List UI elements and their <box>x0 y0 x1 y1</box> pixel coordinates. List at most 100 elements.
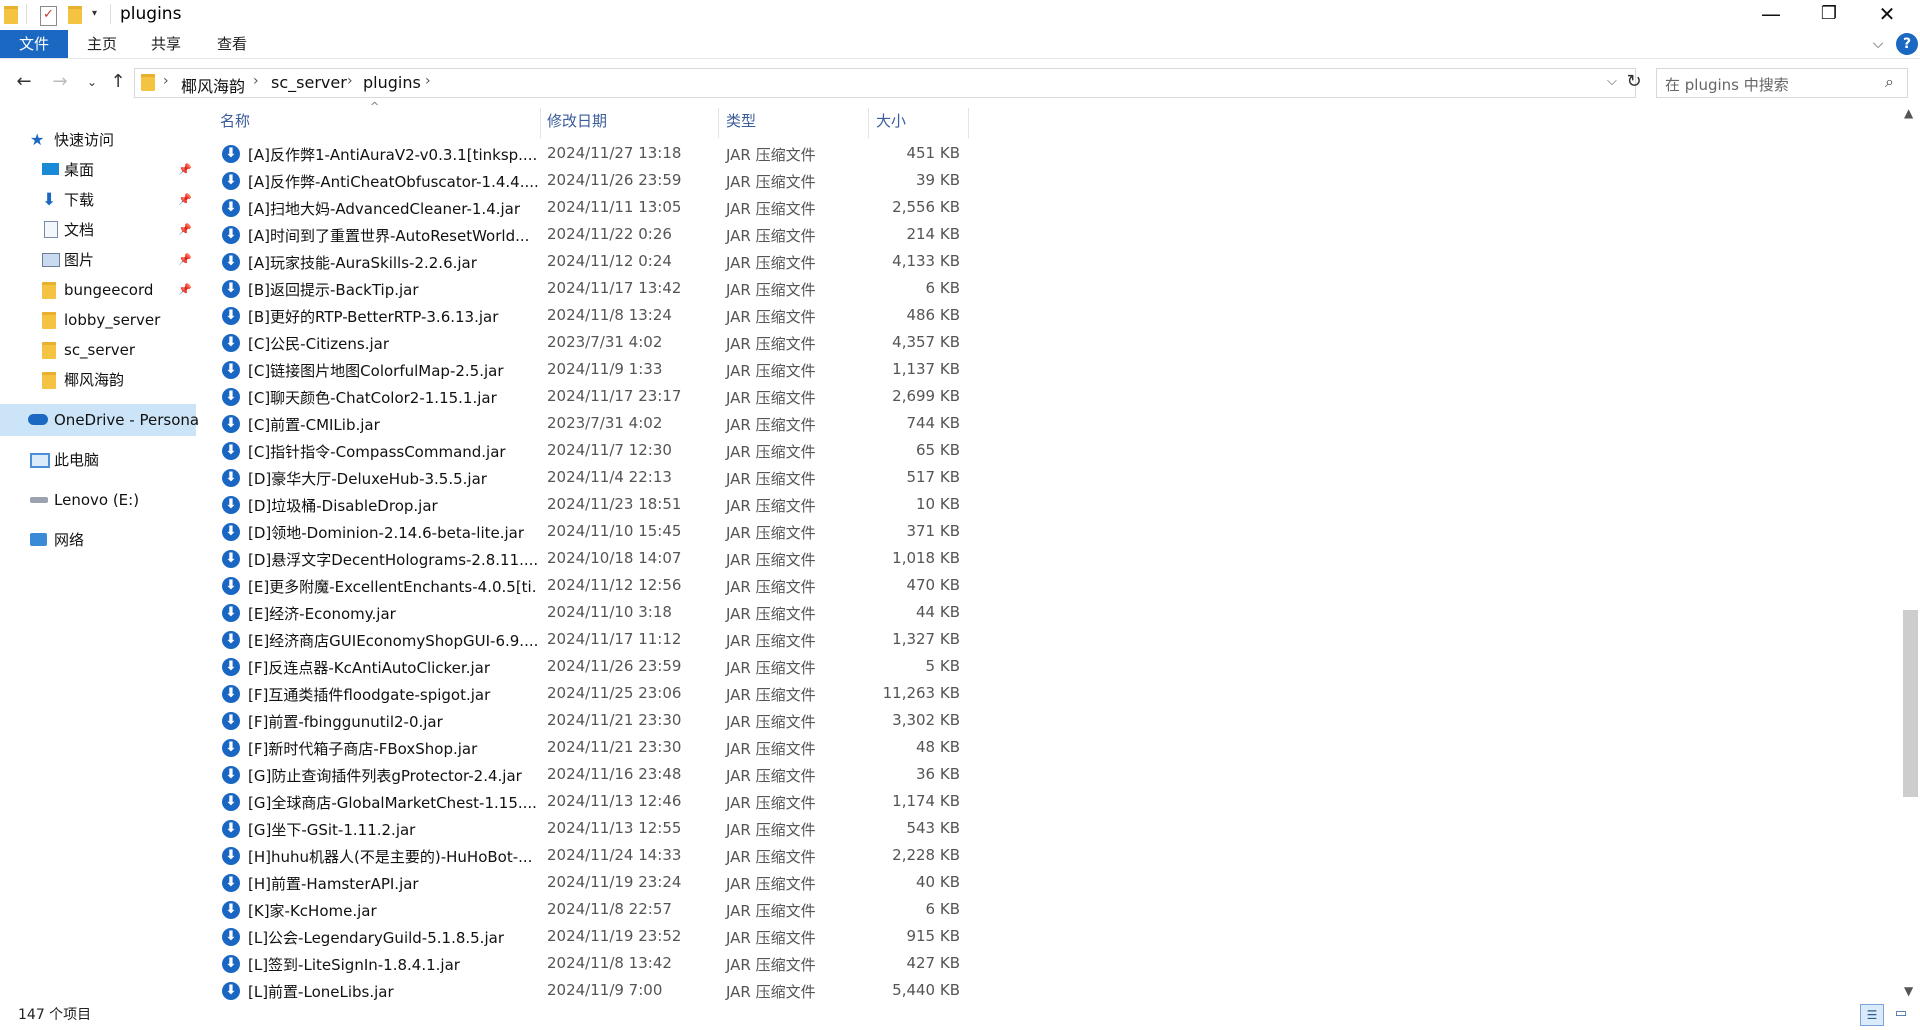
breadcrumb-separator[interactable]: › <box>347 73 353 89</box>
scrollbar-thumb[interactable] <box>1903 610 1918 797</box>
column-divider[interactable] <box>718 108 719 138</box>
jar-file-icon: ⬇ <box>222 685 240 703</box>
table-row[interactable]: ⬇ [C]前置-CMILib.jar 2023/7/31 4:02 JAR 压缩文件 7… <box>210 410 970 437</box>
table-row[interactable]: ⬇ [A]反作弊1-AntiAuraV2-v0.3.1[tinksp.... 202… <box>210 140 970 167</box>
table-row[interactable]: ⬇ [C]聊天颜色-ChatColor2-1.15.1.jar 2024/11/17… <box>210 383 970 410</box>
breadcrumb-item[interactable]: sc_server <box>271 73 347 92</box>
sidebar-item-quick-access[interactable]: ★ 快速访问 <box>0 126 196 154</box>
table-row[interactable]: ⬇ [B]返回提示-BackTip.jar 2024/11/17 13:42 JAR … <box>210 275 970 302</box>
pin-icon[interactable]: 📌 <box>178 216 192 244</box>
address-bar[interactable]: › 椰风海韵 › sc_server › plugins › ⌵ <box>134 68 1636 98</box>
table-row[interactable]: ⬇ [K]家-KcHome.jar 2024/11/8 22:57 JAR 压缩文件 6… <box>210 896 970 923</box>
sidebar-item-lenovo-drive[interactable]: Lenovo (E:) <box>0 486 196 514</box>
table-row[interactable]: ⬇ [E]经济商店GUIEconomyShopGUI-6.9.... 2024/11… <box>210 626 970 653</box>
table-row[interactable]: ⬇ [L]前置-LoneLibs.jar 2024/11/9 7:00 JAR 压缩文… <box>210 977 970 1004</box>
table-row[interactable]: ⬇ [D]悬浮文字DecentHolograms-2.8.11.... 2024/1… <box>210 545 970 572</box>
sidebar-item-lobby-server[interactable]: lobby_server <box>0 306 196 334</box>
table-row[interactable]: ⬇ [B]更好的RTP-BetterRTP-3.6.13.jar 2024/11/8… <box>210 302 970 329</box>
table-row[interactable]: ⬇ [A]反作弊-AntiCheatObfuscator-1.4.4.... 202… <box>210 167 970 194</box>
address-dropdown-chevron-icon[interactable]: ⌵ <box>1607 74 1617 89</box>
column-divider[interactable] <box>968 108 969 138</box>
table-row[interactable]: ⬇ [C]公民-Citizens.jar 2023/7/31 4:02 JAR 压缩文… <box>210 329 970 356</box>
tab-view[interactable]: 查看 <box>210 30 254 58</box>
pin-icon[interactable]: 📌 <box>178 186 192 214</box>
close-button[interactable]: ✕ <box>1858 0 1916 30</box>
tab-file[interactable]: 文件 <box>0 30 68 58</box>
sidebar-item-pictures[interactable]: 图片 📌 <box>0 246 196 274</box>
pin-icon[interactable]: 📌 <box>178 156 192 184</box>
table-row[interactable]: ⬇ [A]时间到了重置世界-AutoResetWorld... 2024/11/22… <box>210 221 970 248</box>
large-icons-view-icon[interactable]: ▭ <box>1890 1004 1912 1024</box>
table-row[interactable]: ⬇ [F]新时代箱子商店-FBoxShop.jar 2024/11/21 23:30… <box>210 734 970 761</box>
minimize-button[interactable]: — <box>1742 0 1800 30</box>
table-row[interactable]: ⬇ [C]链接图片地图ColorfulMap-2.5.jar 2024/11/9 1… <box>210 356 970 383</box>
file-type: JAR 压缩文件 <box>726 254 816 272</box>
help-icon[interactable]: ? <box>1896 33 1918 55</box>
table-row[interactable]: ⬇ [G]防止查询插件列表gProtector-2.4.jar 2024/11/16… <box>210 761 970 788</box>
table-row[interactable]: ⬇ [D]豪华大厅-DeluxeHub-3.5.5.jar 2024/11/4 22… <box>210 464 970 491</box>
pin-icon[interactable]: 📌 <box>178 276 192 304</box>
table-row[interactable]: ⬇ [F]反连点器-KcAntiAutoClicker.jar 2024/11/26… <box>210 653 970 680</box>
table-row[interactable]: ⬇ [D]垃圾桶-DisableDrop.jar 2024/11/23 18:51 J… <box>210 491 970 518</box>
recent-locations-chevron-icon[interactable]: ⌄ <box>80 70 104 94</box>
table-row[interactable]: ⬇ [G]全球商店-GlobalMarketChest-1.15.... 2024/… <box>210 788 970 815</box>
table-row[interactable]: ⬇ [D]领地-Dominion-2.14.6-beta-lite.jar 2024… <box>210 518 970 545</box>
scroll-up-arrow-icon[interactable]: ▲ <box>1904 106 1913 120</box>
new-folder-icon[interactable] <box>68 6 82 24</box>
desktop-icon <box>42 163 59 175</box>
refresh-icon[interactable]: ↻ <box>1622 70 1646 94</box>
details-view-icon[interactable]: ☰ <box>1860 1004 1884 1026</box>
table-row[interactable]: ⬇ [A]玩家技能-AuraSkills-2.2.6.jar 2024/11/12 … <box>210 248 970 275</box>
breadcrumb-separator[interactable]: › <box>425 73 431 89</box>
search-icon[interactable]: ⌕ <box>1885 72 1894 92</box>
vertical-scrollbar[interactable]: ▲ ▼ <box>1900 104 1920 1004</box>
table-row[interactable]: ⬇ [C]指针指令-CompassCommand.jar 2024/11/7 12:… <box>210 437 970 464</box>
sidebar-item-yefenghaiyun[interactable]: 椰风海韵 <box>0 366 196 394</box>
breadcrumb-item[interactable]: 椰风海韵 <box>181 73 245 97</box>
file-name: [F]新时代箱子商店-FBoxShop.jar <box>248 740 478 758</box>
breadcrumb-separator[interactable]: › <box>253 73 259 89</box>
back-arrow-icon[interactable]: ← <box>12 70 36 94</box>
table-row[interactable]: ⬇ [F]前置-fbinggunutil2-0.jar 2024/11/21 23:… <box>210 707 970 734</box>
sidebar-item-sc-server[interactable]: sc_server <box>0 336 196 364</box>
file-date: 2024/11/17 13:42 <box>547 279 682 297</box>
search-input[interactable]: 在 plugins 中搜索 ⌕ <box>1656 68 1908 98</box>
breadcrumb-item[interactable]: plugins <box>363 73 421 92</box>
column-size[interactable]: 大小 <box>876 104 906 138</box>
column-divider[interactable] <box>540 108 541 138</box>
sidebar-item-bungeecord[interactable]: bungeecord 📌 <box>0 276 196 304</box>
table-row[interactable]: ⬇ [H]huhu机器人(不是主要的)-HuHoBot-... 2024/11/24… <box>210 842 970 869</box>
column-name[interactable]: 名称 <box>220 104 250 138</box>
sidebar-item-network[interactable]: 网络 <box>0 526 196 554</box>
sidebar-item-onedrive[interactable]: OneDrive - Persona <box>0 404 199 436</box>
sidebar-item-this-pc[interactable]: 此电脑 <box>0 446 196 474</box>
column-type[interactable]: 类型 <box>726 104 756 138</box>
download-icon: ⬇ <box>42 190 57 210</box>
file-name: [F]互通类插件floodgate-spigot.jar <box>248 686 491 704</box>
table-row[interactable]: ⬇ [A]扫地大妈-AdvancedCleaner-1.4.jar 2024/11/… <box>210 194 970 221</box>
sidebar-item-documents[interactable]: 文档 📌 <box>0 216 196 244</box>
sidebar-item-desktop[interactable]: 桌面 📌 <box>0 156 196 184</box>
customize-quick-access-icon[interactable]: ▾ <box>92 8 97 26</box>
table-row[interactable]: ⬇ [E]经济-Economy.jar 2024/11/10 3:18 JAR 压缩文… <box>210 599 970 626</box>
scroll-down-arrow-icon[interactable]: ▼ <box>1904 984 1913 998</box>
restore-button[interactable]: ❐ <box>1800 0 1858 30</box>
column-divider[interactable] <box>868 108 869 138</box>
tab-home[interactable]: 主页 <box>80 30 124 58</box>
properties-icon[interactable]: ✓ <box>40 6 57 26</box>
breadcrumb-separator[interactable]: › <box>163 73 169 89</box>
tab-share[interactable]: 共享 <box>144 30 188 58</box>
sidebar-item-downloads[interactable]: ⬇ 下载 📌 <box>0 186 196 214</box>
jar-file-icon: ⬇ <box>222 172 240 190</box>
table-row[interactable]: ⬇ [E]更多附魔-ExcellentEnchants-4.0.5[ti... 20… <box>210 572 970 599</box>
table-row[interactable]: ⬇ [H]前置-HamsterAPI.jar 2024/11/19 23:24 JAR… <box>210 869 970 896</box>
table-row[interactable]: ⬇ [F]互通类插件floodgate-spigot.jar 2024/11/25 … <box>210 680 970 707</box>
table-row[interactable]: ⬇ [G]坐下-GSit-1.11.2.jar 2024/11/13 12:55 JA… <box>210 815 970 842</box>
column-date[interactable]: 修改日期 <box>547 104 607 138</box>
table-row[interactable]: ⬇ [L]公会-LegendaryGuild-5.1.8.5.jar 2024/11… <box>210 923 970 950</box>
expand-ribbon-icon[interactable]: ⌵ <box>1868 30 1888 58</box>
forward-arrow-icon[interactable]: → <box>48 70 72 94</box>
table-row[interactable]: ⬇ [L]签到-LiteSignIn-1.8.4.1.jar 2024/11/8 1… <box>210 950 970 977</box>
up-arrow-icon[interactable]: ↑ <box>106 70 130 94</box>
pin-icon[interactable]: 📌 <box>178 246 192 274</box>
